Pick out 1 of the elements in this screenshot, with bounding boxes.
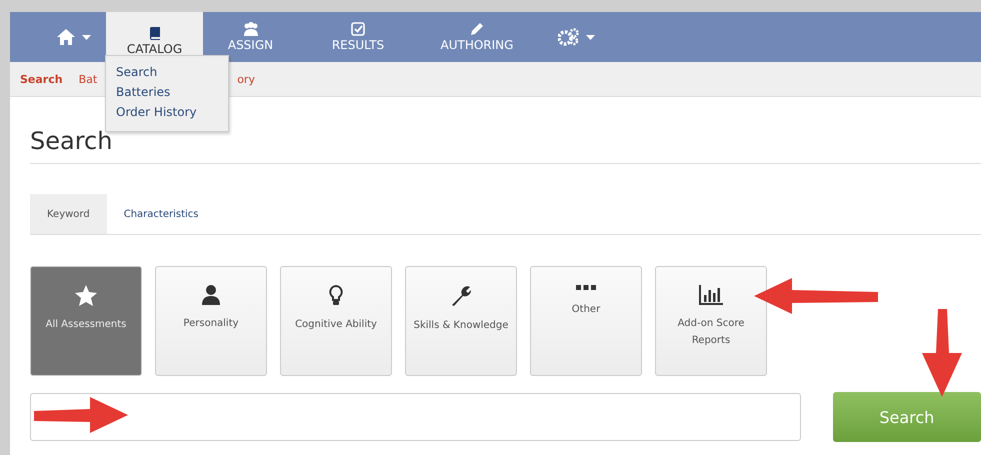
page-title: Search xyxy=(30,127,981,164)
